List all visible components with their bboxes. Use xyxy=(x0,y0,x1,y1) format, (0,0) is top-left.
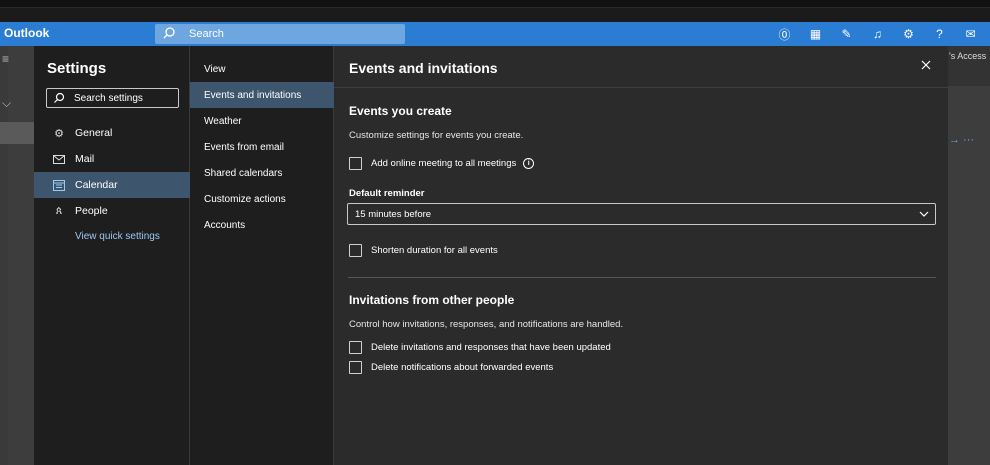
default-reminder-value: 15 minutes before xyxy=(355,209,432,220)
background-access-text: 's Access xyxy=(949,51,987,61)
header-divider xyxy=(334,87,948,88)
calendar-subsection-pane: View Events and invitations Weather Even… xyxy=(190,46,334,465)
delete-forwarded-option: Delete notifications about forwarded eve… xyxy=(349,361,553,374)
subnav-accounts[interactable]: Accounts xyxy=(190,212,334,238)
shorten-duration-label: Shorten duration for all events xyxy=(371,245,498,256)
close-button[interactable] xyxy=(918,57,934,73)
chevron-down-icon[interactable]: ⌵ xyxy=(2,96,11,111)
subnav-customize-actions[interactable]: Customize actions xyxy=(190,186,334,212)
delete-forwarded-label: Delete notifications about forwarded eve… xyxy=(371,362,554,373)
invitations-section-heading: Invitations from other people xyxy=(349,293,515,307)
shorten-duration-checkbox[interactable] xyxy=(349,244,362,257)
section-divider xyxy=(348,277,936,278)
people-icon: ጰ xyxy=(55,204,63,217)
feedback-icon[interactable]: ✉ xyxy=(955,22,986,46)
gear-icon: ⚙ xyxy=(54,127,64,140)
calendar-subsection-list: View Events and invitations Weather Even… xyxy=(190,56,334,238)
app-search-box[interactable]: Search xyxy=(155,24,405,44)
invitations-section-description: Control how invitations, responses, and … xyxy=(349,319,624,330)
subnav-shared-calendars[interactable]: Shared calendars xyxy=(190,160,334,186)
settings-dialog: Settings Search settings ⚙ General Mail xyxy=(34,46,948,465)
default-reminder-label: Default reminder xyxy=(349,188,425,199)
subnav-events-and-invitations[interactable]: Events and invitations xyxy=(190,82,334,108)
delete-forwarded-checkbox[interactable] xyxy=(349,361,362,374)
background-right-pane xyxy=(948,46,990,465)
delete-updated-option: Delete invitations and responses that ha… xyxy=(349,341,611,354)
mail-icon xyxy=(51,152,67,166)
settings-nav-label: Calendar xyxy=(75,179,118,191)
chevron-down-icon xyxy=(919,211,929,217)
events-section-description: Customize settings for events you create… xyxy=(349,130,524,141)
online-meeting-label: Add online meeting to all meetings xyxy=(371,158,517,169)
app-search-label: Search xyxy=(189,28,224,40)
pane-title: Events and invitations xyxy=(349,60,498,76)
background-nav-pane xyxy=(8,46,34,465)
view-quick-settings-link[interactable]: View quick settings xyxy=(75,231,160,242)
default-reminder-dropdown[interactable]: 15 minutes before xyxy=(347,203,936,225)
info-icon[interactable]: i xyxy=(523,158,535,169)
subnav-weather[interactable]: Weather xyxy=(190,108,334,134)
events-section-heading: Events you create xyxy=(349,104,452,118)
search-icon xyxy=(163,27,175,39)
settings-search-placeholder: Search settings xyxy=(74,93,143,104)
settings-nav-label: Mail xyxy=(75,153,95,165)
app-header: Outlook Search ⓪ ▦ ✎ ♫ ⚙ ? ✉ xyxy=(0,22,990,46)
header-icon-bar: ⓪ ▦ ✎ ♫ ⚙ ? ✉ xyxy=(769,22,986,46)
online-meeting-checkbox[interactable] xyxy=(349,157,362,170)
close-icon xyxy=(921,60,931,70)
subnav-view[interactable]: View xyxy=(190,56,334,82)
skype-icon[interactable]: ⓪ xyxy=(769,22,800,46)
app-brand[interactable]: Outlook xyxy=(4,26,49,40)
todo-icon[interactable]: ✎ xyxy=(831,22,862,46)
settings-nav-mail[interactable]: Mail xyxy=(34,146,190,172)
settings-nav-people[interactable]: ጰ People xyxy=(34,198,190,224)
gear-icon[interactable]: ⚙ xyxy=(893,22,924,46)
settings-title: Settings xyxy=(47,60,107,77)
settings-nav-label: General xyxy=(75,127,113,139)
settings-nav-general[interactable]: ⚙ General xyxy=(34,120,190,146)
settings-nav-calendar[interactable]: Calendar xyxy=(34,172,190,198)
subnav-events-from-email[interactable]: Events from email xyxy=(190,134,334,160)
settings-content-pane: Events and invitations Events you create… xyxy=(334,46,948,465)
teams-icon[interactable]: ▦ xyxy=(800,22,831,46)
background-selected-row xyxy=(0,122,34,144)
shorten-duration-option: Shorten duration for all events xyxy=(349,244,498,257)
hamburger-icon[interactable]: ≡ xyxy=(2,52,9,66)
settings-nav-label: People xyxy=(75,205,108,217)
window-top-strip xyxy=(0,0,990,8)
settings-category-pane: Settings Search settings ⚙ General Mail xyxy=(34,46,190,465)
search-icon xyxy=(54,92,65,103)
delete-updated-checkbox[interactable] xyxy=(349,341,362,354)
help-icon[interactable]: ? xyxy=(924,22,955,46)
online-meeting-option: Add online meeting to all meetings i xyxy=(349,157,535,170)
bell-icon[interactable]: ♫ xyxy=(862,22,893,46)
calendar-icon xyxy=(51,178,67,192)
arrow-right-icon: → ··· xyxy=(949,134,975,146)
delete-updated-label: Delete invitations and responses that ha… xyxy=(371,342,611,353)
settings-search-input[interactable]: Search settings xyxy=(46,88,179,108)
settings-category-list: ⚙ General Mail Calendar ጰ People xyxy=(34,120,190,224)
